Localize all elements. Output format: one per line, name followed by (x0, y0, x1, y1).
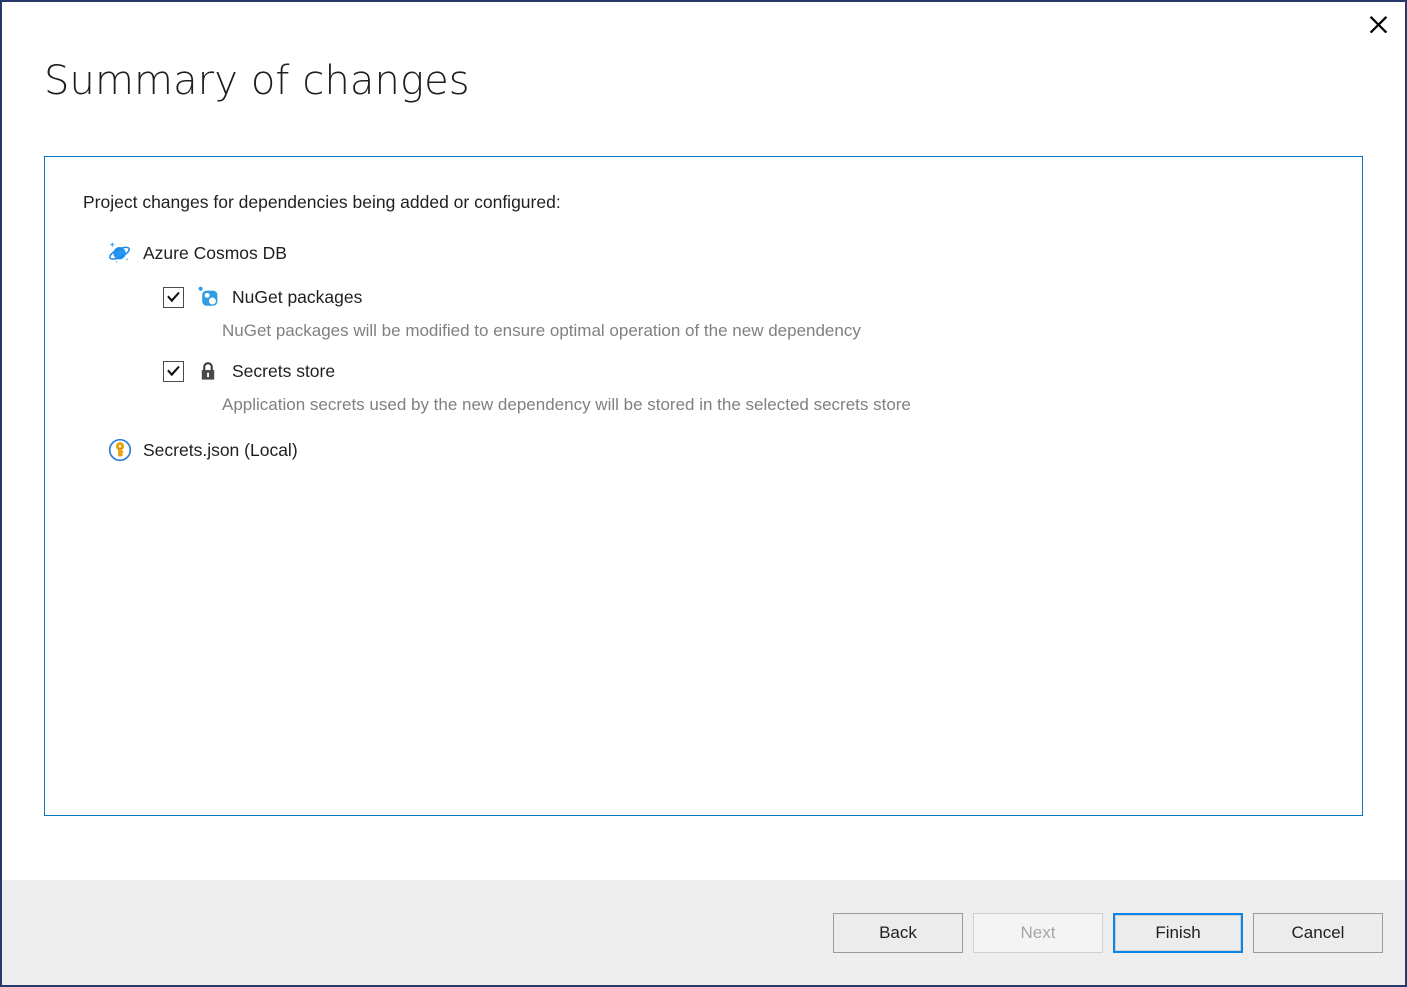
intro-text: Project changes for dependencies being a… (83, 191, 1324, 213)
change-row: Secrets store (163, 359, 1324, 383)
dependency-group: Azure Cosmos DB (108, 241, 1324, 416)
next-button: Next (973, 913, 1103, 953)
change-item-nuget: NuGet packages NuGet packages will be mo… (163, 285, 1324, 342)
change-item-secrets-store: Secrets store Application secrets used b… (163, 359, 1324, 416)
secrets-file-row: Secrets.json (Local) (108, 438, 1324, 462)
change-list: NuGet packages NuGet packages will be mo… (163, 285, 1324, 416)
azure-cosmos-db-icon (108, 241, 132, 265)
close-icon (1369, 14, 1388, 33)
change-description: Application secrets used by the new depe… (222, 394, 1324, 416)
nuget-packages-checkbox[interactable] (163, 287, 184, 308)
summary-of-changes-dialog: Summary of changes Project changes for d… (0, 0, 1407, 987)
secrets-store-checkbox[interactable] (163, 361, 184, 382)
page-title: Summary of changes (44, 58, 1405, 104)
back-button[interactable]: Back (833, 913, 963, 953)
change-label: Secrets store (232, 360, 335, 382)
change-row: NuGet packages (163, 285, 1324, 309)
secrets-file-label: Secrets.json (Local) (143, 439, 298, 461)
dependency-header: Azure Cosmos DB (108, 241, 1324, 265)
close-button[interactable] (1355, 2, 1401, 44)
change-label: NuGet packages (232, 286, 362, 308)
dialog-footer: Back Next Finish Cancel (2, 880, 1405, 985)
key-icon (108, 438, 132, 462)
change-description: NuGet packages will be modified to ensur… (222, 320, 1324, 342)
lock-icon (196, 359, 220, 383)
dialog-titlebar (2, 2, 1405, 58)
cancel-button[interactable]: Cancel (1253, 913, 1383, 953)
dependency-label: Azure Cosmos DB (143, 242, 287, 264)
changes-panel: Project changes for dependencies being a… (44, 156, 1363, 816)
nuget-icon (196, 285, 220, 309)
finish-button[interactable]: Finish (1113, 913, 1243, 953)
dialog-body: Project changes for dependencies being a… (2, 104, 1405, 880)
dialog-header: Summary of changes (2, 58, 1405, 104)
